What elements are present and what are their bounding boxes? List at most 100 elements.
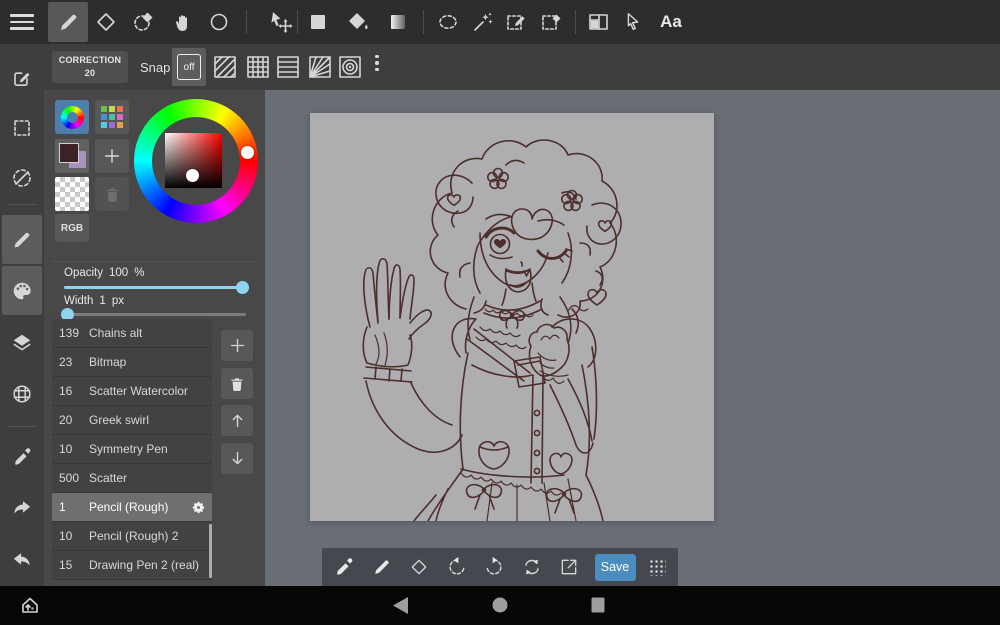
menu-icon[interactable] (10, 14, 34, 30)
add-color-button[interactable] (95, 139, 129, 173)
snap-off-button[interactable]: off (172, 48, 206, 86)
snap-vanishing-button[interactable] (308, 55, 332, 79)
add-brush-button[interactable] (221, 330, 253, 361)
sidebar-edit-button[interactable] (10, 66, 34, 90)
brush-list-item[interactable]: 15 Drawing Pen 2 (real) (52, 551, 212, 580)
nav-home-button[interactable] (486, 591, 514, 619)
nav-recents-button[interactable] (584, 591, 612, 619)
sidebar-layers-button[interactable] (10, 331, 34, 355)
tool-magic-wand[interactable] (471, 10, 495, 34)
quick-pen-button[interactable] (370, 555, 394, 579)
opacity-value: 100 (109, 267, 129, 279)
correction-label: CORRECTION (58, 54, 122, 65)
brush-list-item[interactable]: 20 Greek swirl (52, 406, 212, 435)
tool-bucket[interactable] (346, 10, 370, 34)
sidebar-select-button[interactable] (10, 116, 34, 140)
tool-rectangle[interactable] (306, 10, 330, 34)
current-color-swatch[interactable] (55, 139, 89, 173)
eraser-icon (97, 13, 115, 31)
snap-off-label: off (177, 54, 201, 80)
sidebar-deselect-button[interactable] (10, 166, 34, 190)
tool-move[interactable] (269, 10, 293, 34)
brush-size: 500 (59, 471, 80, 485)
tool-hand[interactable] (170, 10, 194, 34)
sidebar-material-button[interactable] (10, 382, 34, 406)
tool-ellipse[interactable] (207, 10, 231, 34)
tool-gradient[interactable] (386, 10, 410, 34)
color-panel-icon-slot[interactable] (10, 279, 34, 303)
pen-icon (14, 232, 30, 248)
rotate-cw-button[interactable] (482, 555, 506, 579)
reset-rotation-icon (524, 559, 539, 575)
tool-text[interactable]: Aa (656, 10, 686, 34)
trash-icon (231, 377, 243, 391)
snap-horizontal-button[interactable] (276, 55, 300, 79)
sidebar-undo-button[interactable] (10, 549, 34, 573)
width-unit: px (111, 295, 124, 307)
width-slider-track[interactable] (64, 313, 246, 316)
width-label: Width (64, 295, 94, 307)
tool-lasso-eraser[interactable] (132, 10, 156, 34)
opacity-slider-track[interactable] (64, 286, 246, 289)
quick-eyedropper-button[interactable] (332, 555, 356, 579)
rectangle-icon (311, 15, 325, 29)
brush-list-item[interactable]: 23 Bitmap (52, 348, 212, 377)
nav-back-button[interactable] (386, 591, 414, 619)
brush-list-item[interactable]: 1 Pencil (Rough) (52, 493, 212, 522)
hue-handle[interactable] (241, 146, 254, 159)
width-value: 1 (99, 295, 106, 307)
delete-brush-button[interactable] (221, 368, 253, 399)
brush-list-item[interactable]: 10 Symmetry Pen (52, 435, 212, 464)
tool-select-pen[interactable] (505, 10, 529, 34)
export-button[interactable] (557, 555, 581, 579)
drag-handle-icon[interactable] (647, 558, 666, 576)
correction-button[interactable]: CORRECTION 20 (52, 51, 128, 83)
brush-list-item[interactable]: 16 Scatter Watercolor (52, 377, 212, 406)
brush-name: Drawing Pen 2 (real) (89, 558, 200, 572)
brush-name: Pencil (Rough) (89, 500, 169, 514)
toolbar-divider (297, 10, 298, 34)
tool-eraser[interactable] (94, 10, 118, 34)
overflow-menu-icon[interactable] (372, 55, 382, 79)
toolbar-divider (575, 10, 576, 34)
tool-pen-selected[interactable] (48, 2, 88, 42)
move-brush-up-button[interactable] (221, 405, 253, 436)
sidebar-eyedropper-button[interactable] (10, 445, 34, 469)
color-palette-mode-button[interactable] (95, 100, 129, 134)
opacity-slider-handle[interactable] (236, 281, 249, 294)
tool-cursor[interactable] (621, 10, 645, 34)
rotate-ccw-button[interactable] (445, 555, 469, 579)
rgb-mode-button[interactable]: RGB (55, 214, 89, 242)
drawing-canvas[interactable] (310, 113, 714, 521)
brush-list-item[interactable]: 10 Pencil (Rough) 2 (52, 522, 212, 551)
brush-name: Scatter Watercolor (89, 384, 188, 398)
tool-lasso[interactable] (436, 10, 460, 34)
select-eraser-icon (542, 14, 561, 30)
brush-list-item[interactable]: 500 Scatter (52, 464, 212, 493)
snap-concentric-button[interactable] (338, 55, 362, 79)
brush-list-scrollbar[interactable] (209, 524, 212, 578)
transparent-color-button[interactable] (55, 177, 89, 211)
quick-eraser-button[interactable] (407, 555, 431, 579)
bottom-toolbar: Save (322, 548, 678, 586)
toolbar-divider (246, 10, 247, 34)
split-canvas-button[interactable] (586, 10, 610, 34)
app-shortcut-button[interactable] (16, 591, 44, 619)
deselect-icon (13, 169, 31, 187)
tool-select-eraser[interactable] (540, 10, 564, 34)
brush-settings-gear-icon[interactable] (191, 500, 206, 515)
correction-value: 20 (84, 68, 96, 78)
sidebar-redo-button[interactable] (10, 497, 34, 521)
brush-list-item[interactable]: 139 Chains alt (52, 319, 212, 348)
snap-grid-button[interactable] (246, 55, 270, 79)
reset-rotation-button[interactable] (520, 555, 544, 579)
sv-handle[interactable] (186, 169, 199, 182)
toolbar-divider (423, 10, 424, 34)
brush-tool-icon-slot[interactable] (10, 228, 34, 252)
color-wheel[interactable] (134, 99, 258, 223)
color-wheel-mode-button[interactable] (55, 100, 89, 134)
save-button[interactable]: Save (594, 553, 636, 581)
snap-parallel-button[interactable] (213, 55, 237, 79)
move-brush-down-button[interactable] (221, 443, 253, 474)
lasso-icon (439, 15, 457, 29)
